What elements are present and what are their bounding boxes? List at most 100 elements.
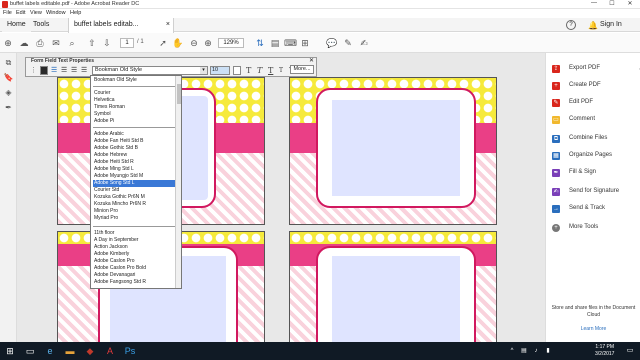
tab-document[interactable]: buffet labels editab... ×	[68, 18, 174, 33]
menu-window[interactable]: Window	[46, 10, 66, 16]
font-option[interactable]: Minion Pro	[93, 208, 175, 215]
photoshop-icon[interactable]: Ps	[124, 345, 136, 357]
maximize-button[interactable]: ☐	[606, 0, 618, 7]
font-option[interactable]: Times Roman	[93, 104, 175, 111]
edge-browser-icon[interactable]: e	[44, 345, 56, 357]
select-tool-icon[interactable]: ➚	[157, 37, 169, 49]
align-center-icon[interactable]: ☰	[61, 66, 67, 75]
font-size-select[interactable]: 10	[210, 66, 230, 75]
label-text-field[interactable]	[332, 256, 460, 342]
font-option[interactable]: Adobe Caslon Pro Bold	[93, 265, 175, 272]
font-list-scrollbar[interactable]	[175, 76, 181, 288]
font-option[interactable]: Adobe Fangsong Std R	[93, 279, 175, 286]
menu-file[interactable]: File	[3, 10, 12, 16]
font-dropdown-list[interactable]: Bookman Old Style Courier Helvetica Time…	[90, 75, 182, 289]
zoom-in-icon[interactable]: ⊕	[202, 37, 214, 49]
font-option[interactable]: Kozuka Gothic Pr6N M	[93, 194, 175, 201]
font-option-selected[interactable]: Adobe Song Std L	[93, 180, 175, 187]
tool-export-pdf[interactable]: ⇪ Export PDF ⌄	[552, 63, 640, 75]
text-superscript-icon[interactable]: T	[279, 66, 283, 75]
font-option[interactable]: Adobe Ming Std L	[93, 166, 175, 173]
document-tab-close[interactable]: ×	[166, 18, 170, 32]
font-option[interactable]: Adobe Fan Heiti Std B	[93, 138, 175, 145]
menu-view[interactable]: View	[30, 10, 42, 16]
page-up-icon[interactable]: ⇧	[86, 37, 98, 49]
tab-tools[interactable]: Tools	[28, 18, 54, 32]
chevron-down-icon[interactable]: ▾	[200, 67, 207, 74]
more-options-button[interactable]: More...	[290, 65, 314, 74]
tool-send-for-signature[interactable]: ✍ Send for Signature	[552, 186, 638, 198]
task-view-icon[interactable]: ▭	[24, 345, 36, 357]
font-option[interactable]: Adobe Hebrew	[93, 152, 175, 159]
network-icon[interactable]: ▤	[518, 345, 530, 357]
app-icon[interactable]: ◆	[84, 345, 96, 357]
scrollbar-thumb[interactable]	[177, 84, 181, 104]
font-option[interactable]: Helvetica	[93, 97, 175, 104]
close-properties-icon[interactable]: ✕	[309, 57, 314, 64]
text-color-swatch[interactable]	[40, 66, 48, 75]
font-option[interactable]: Adobe Heiti Std R	[93, 159, 175, 166]
tool-edit-pdf[interactable]: ✎ Edit PDF	[552, 97, 638, 109]
hand-tool-icon[interactable]: ✋	[172, 37, 184, 49]
scroll-mode-icon[interactable]: ▤	[269, 37, 281, 49]
system-clock[interactable]: 1:17 PM 3/2/2017	[595, 344, 614, 358]
font-option[interactable]: Action Jackson	[93, 244, 175, 251]
notification-bell-icon[interactable]: 🔔	[588, 21, 598, 30]
text-italic-icon[interactable]: T	[257, 66, 262, 75]
help-icon[interactable]: ?	[566, 20, 576, 30]
font-option[interactable]: Myriad Pro	[93, 215, 175, 222]
sign-icon[interactable]: ✍	[358, 37, 370, 49]
acrobat-taskbar-icon[interactable]: A	[104, 345, 116, 357]
signature-panel-icon[interactable]: ✒	[3, 102, 14, 113]
font-option[interactable]: Adobe Myungjo Std M	[93, 173, 175, 180]
page-number-input[interactable]: 1	[120, 38, 134, 48]
keyboard-icon[interactable]: ⌨	[284, 37, 297, 49]
font-option[interactable]: A Day in September	[93, 237, 175, 244]
font-family-select[interactable]: Bookman Old Style ▾	[92, 66, 208, 75]
print-icon[interactable]: ⎙	[34, 37, 46, 49]
tab-home[interactable]: Home	[2, 18, 31, 32]
label-text-field[interactable]	[332, 100, 460, 196]
zoom-select[interactable]: 129%	[218, 38, 244, 48]
menu-edit[interactable]: Edit	[16, 10, 25, 16]
minimize-button[interactable]: —	[588, 0, 600, 6]
email-icon[interactable]: ✉	[50, 37, 62, 49]
close-window-button[interactable]: ✕	[624, 0, 636, 7]
sign-in-link[interactable]: Sign In	[600, 18, 622, 32]
font-option[interactable]: Adobe Devanagari	[93, 272, 175, 279]
file-explorer-icon[interactable]: ▬	[64, 345, 76, 357]
font-option[interactable]: Adobe Gothic Std B	[93, 145, 175, 152]
text-underline-icon[interactable]: T	[268, 66, 273, 75]
font-option[interactable]: Adobe Pi	[93, 118, 175, 125]
action-center-icon[interactable]: ▭	[624, 345, 636, 357]
justify-icon[interactable]: ☰	[81, 66, 87, 75]
page-down-icon[interactable]: ⇩	[101, 37, 113, 49]
cloud-upload-icon[interactable]: ☁	[18, 37, 30, 49]
tool-send-track[interactable]: → Send & Track	[552, 203, 638, 215]
zoom-out-icon[interactable]: ⊖	[188, 37, 200, 49]
font-option[interactable]: Adobe Caslon Pro	[93, 258, 175, 265]
tool-organize-pages[interactable]: ▦ Organize Pages	[552, 150, 638, 162]
read-mode-icon[interactable]: ⊞	[299, 37, 311, 49]
font-option[interactable]: Bookman Old Style	[93, 77, 175, 84]
tool-combine-files[interactable]: ⧉ Combine Files	[552, 133, 638, 145]
volume-icon[interactable]: ♪	[530, 345, 542, 357]
tool-fill-sign[interactable]: ✒ Fill & Sign	[552, 167, 638, 179]
font-option[interactable]: Kozuka Mincho Pr6N R	[93, 201, 175, 208]
font-option[interactable]: Courier	[93, 90, 175, 97]
start-button-icon[interactable]: ⊞	[4, 345, 16, 357]
highlight-color-swatch[interactable]	[233, 66, 241, 75]
search-icon[interactable]: ⌕	[66, 37, 78, 49]
comment-toolbar-icon[interactable]: 💬	[326, 37, 338, 49]
tool-more-tools[interactable]: + More Tools	[552, 222, 638, 234]
battery-icon[interactable]: ▮	[542, 345, 554, 357]
text-bold-icon[interactable]: T	[246, 66, 251, 75]
align-right-icon[interactable]: ☰	[71, 66, 77, 75]
font-option[interactable]: 11th floor	[93, 230, 175, 237]
layers-icon[interactable]: ◈	[3, 87, 14, 98]
font-option[interactable]: Adobe Arabic	[93, 131, 175, 138]
fit-page-icon[interactable]: ⇅	[254, 37, 266, 49]
learn-more-link[interactable]: Learn More	[550, 326, 637, 332]
tool-comment[interactable]: ▭ Comment	[552, 114, 638, 126]
highlight-icon[interactable]: ✎	[342, 37, 354, 49]
